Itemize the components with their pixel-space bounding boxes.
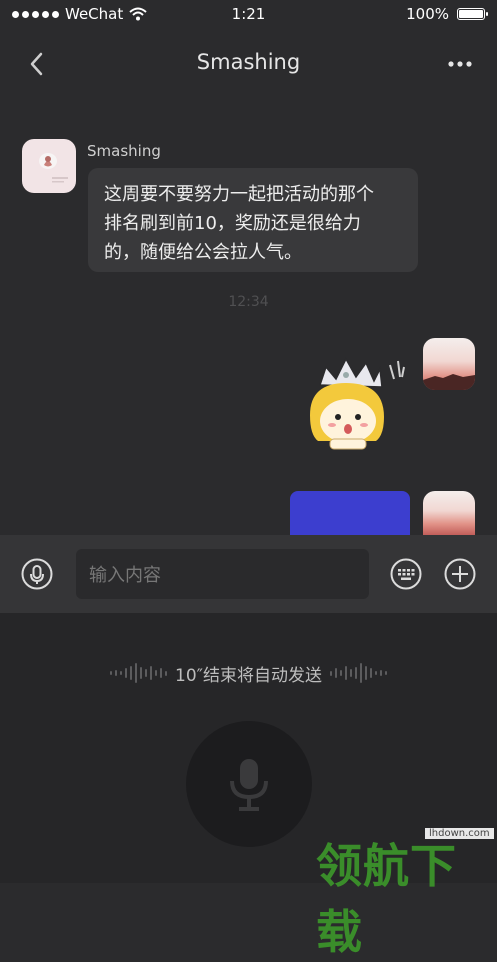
avatar[interactable] xyxy=(423,491,475,535)
countdown-text: 10″结束将自动发送 xyxy=(175,665,322,686)
sound-wave-right-icon xyxy=(329,661,387,685)
more-horizontal-icon[interactable] xyxy=(447,54,473,74)
hold-to-record-button[interactable] xyxy=(186,721,312,847)
message-line: 排名刷到前10，奖励还是很给力 xyxy=(104,213,361,234)
microphone-icon[interactable] xyxy=(21,558,53,590)
voice-countdown: 10″结束将自动发送 xyxy=(0,661,497,686)
avatar[interactable] xyxy=(22,139,76,193)
nav-bar: Smashing xyxy=(0,36,497,92)
battery-percent: 100% xyxy=(406,5,449,23)
sticker-image[interactable] xyxy=(300,355,410,455)
message-input[interactable]: 输入内容 xyxy=(76,549,369,599)
keyboard-icon[interactable] xyxy=(390,558,422,590)
status-bar: WeChat 1:21 100% xyxy=(0,0,497,28)
battery-icon xyxy=(457,8,488,20)
incoming-message-bubble[interactable]: 这周要不要努力一起把活动的那个 排名刷到前10，奖励还是很给力 的，随便给公会拉… xyxy=(88,168,418,272)
page-title: Smashing xyxy=(196,50,301,74)
watermark-logo: 领航下载 xyxy=(316,839,457,959)
microphone-icon xyxy=(230,759,268,811)
outgoing-message-bubble[interactable] xyxy=(290,491,410,537)
message-line: 这周要不要努力一起把活动的那个 xyxy=(104,184,374,205)
sound-wave-left-icon xyxy=(110,661,167,685)
avatar[interactable] xyxy=(423,338,475,390)
message-line: 的，随便给公会拉人气。 xyxy=(104,242,302,263)
sender-name: Smashing xyxy=(87,142,161,160)
message-timestamp: 12:34 xyxy=(228,294,269,310)
plus-circle-icon[interactable] xyxy=(444,558,476,590)
